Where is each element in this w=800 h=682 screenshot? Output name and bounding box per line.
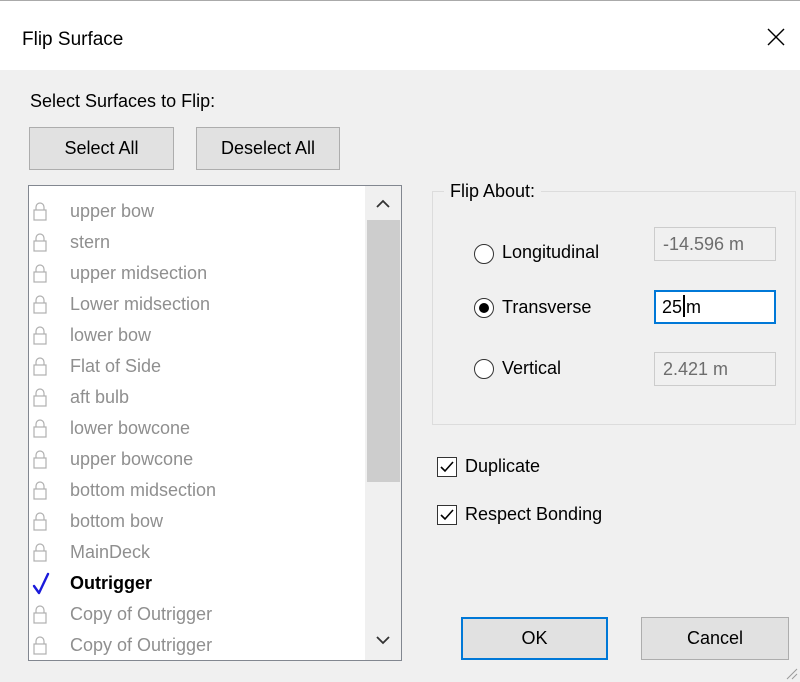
vertical-label[interactable]: Vertical — [502, 358, 561, 379]
lock-icon[interactable] — [33, 263, 47, 288]
list-item[interactable]: Copy of Outrigger — [29, 599, 364, 630]
surface-name: Copy of Outrigger — [70, 635, 213, 655]
checkmark-icon — [440, 461, 454, 473]
lock-icon[interactable] — [33, 325, 47, 350]
deselect-all-button[interactable]: Deselect All — [196, 127, 340, 170]
title-bar: Flip Surface — [0, 0, 800, 70]
longitudinal-label[interactable]: Longitudinal — [502, 242, 599, 263]
surface-name: Outrigger — [70, 573, 153, 593]
list-item[interactable]: Copy of Outrigger — [29, 630, 364, 660]
surface-name: lower bow — [70, 325, 152, 345]
longitudinal-value-field[interactable]: -14.596 m — [654, 227, 776, 261]
surface-name: Flat of Side — [70, 356, 162, 376]
flip-surface-dialog: Flip Surface Select Surfaces to Flip: Se… — [0, 0, 800, 682]
list-item[interactable]: bottom midsection — [29, 475, 364, 506]
surface-name: aft bulb — [70, 387, 130, 407]
list-item[interactable]: upper bow — [29, 196, 364, 227]
scroll-thumb[interactable] — [367, 220, 400, 482]
lock-icon[interactable] — [33, 356, 47, 381]
transverse-value-before-caret: 25 — [662, 297, 683, 317]
lock-icon[interactable] — [33, 387, 47, 412]
surface-name: bottom bow — [70, 511, 164, 531]
check-icon[interactable] — [31, 570, 51, 601]
duplicate-label[interactable]: Duplicate — [465, 456, 540, 477]
surface-name: upper midsection — [70, 263, 208, 283]
surfaces-listbox[interactable]: upper bow stern upper midsection Lower mids… — [28, 185, 402, 661]
surface-name: Lower midsection — [70, 294, 211, 314]
checkmark-icon — [440, 509, 454, 521]
surface-name: lower bowcone — [70, 418, 191, 438]
list-item[interactable]: lower bowcone — [29, 413, 364, 444]
longitudinal-radio[interactable] — [474, 244, 494, 264]
list-item[interactable]: lower bow — [29, 320, 364, 351]
transverse-value-after-caret: m — [686, 297, 702, 317]
lock-icon[interactable] — [33, 449, 47, 474]
lock-icon[interactable] — [33, 604, 47, 629]
lock-icon[interactable] — [33, 418, 47, 443]
flip-about-legend: Flip About: — [444, 181, 542, 202]
resize-grip-icon[interactable] — [784, 666, 798, 680]
surface-name: Copy of Outrigger — [70, 604, 213, 624]
lock-icon[interactable] — [33, 635, 47, 660]
respect-bonding-checkbox[interactable] — [437, 505, 457, 525]
vertical-scrollbar[interactable] — [365, 186, 401, 660]
close-button[interactable] — [752, 13, 800, 61]
transverse-value-field[interactable]: 25 m — [654, 290, 776, 324]
select-surfaces-label: Select Surfaces to Flip: — [30, 91, 216, 111]
vertical-radio[interactable] — [474, 359, 494, 379]
transverse-label[interactable]: Transverse — [502, 297, 591, 318]
list-item[interactable]: aft bulb — [29, 382, 364, 413]
radio-selected-dot — [479, 303, 489, 313]
list-item[interactable]: bottom bow — [29, 506, 364, 537]
lock-icon[interactable] — [33, 201, 47, 226]
surface-name: upper bowcone — [70, 449, 194, 469]
list-item[interactable]: MainDeck — [29, 537, 364, 568]
list-item[interactable]: Lower midsection — [29, 289, 364, 320]
surface-name: stern — [70, 232, 111, 252]
scroll-up-icon[interactable] — [373, 194, 393, 214]
ok-button[interactable]: OK — [461, 617, 608, 660]
surface-name: upper bow — [70, 201, 155, 221]
list-item[interactable]: Flat of Side — [29, 351, 364, 382]
cancel-button[interactable]: Cancel — [641, 617, 789, 660]
list-item[interactable]: upper midsection — [29, 258, 364, 289]
close-icon — [767, 28, 785, 46]
respect-bonding-label[interactable]: Respect Bonding — [465, 504, 602, 525]
text-caret — [683, 295, 686, 317]
lock-icon[interactable] — [33, 542, 47, 567]
surface-name: MainDeck — [70, 542, 151, 562]
duplicate-checkbox[interactable] — [437, 457, 457, 477]
lock-icon[interactable] — [33, 232, 47, 257]
surface-name: bottom midsection — [70, 480, 217, 500]
lock-icon[interactable] — [33, 511, 47, 536]
vertical-value-field[interactable]: 2.421 m — [654, 352, 776, 386]
lock-icon[interactable] — [33, 294, 47, 319]
list-item[interactable]: upper bowcone — [29, 444, 364, 475]
dialog-title: Flip Surface — [22, 29, 124, 50]
lock-icon[interactable] — [33, 480, 47, 505]
transverse-radio[interactable] — [474, 298, 494, 318]
select-all-button[interactable]: Select All — [29, 127, 174, 170]
list-item[interactable]: Outrigger — [29, 568, 364, 599]
scroll-down-icon[interactable] — [373, 630, 393, 650]
list-item[interactable]: stern — [29, 227, 364, 258]
